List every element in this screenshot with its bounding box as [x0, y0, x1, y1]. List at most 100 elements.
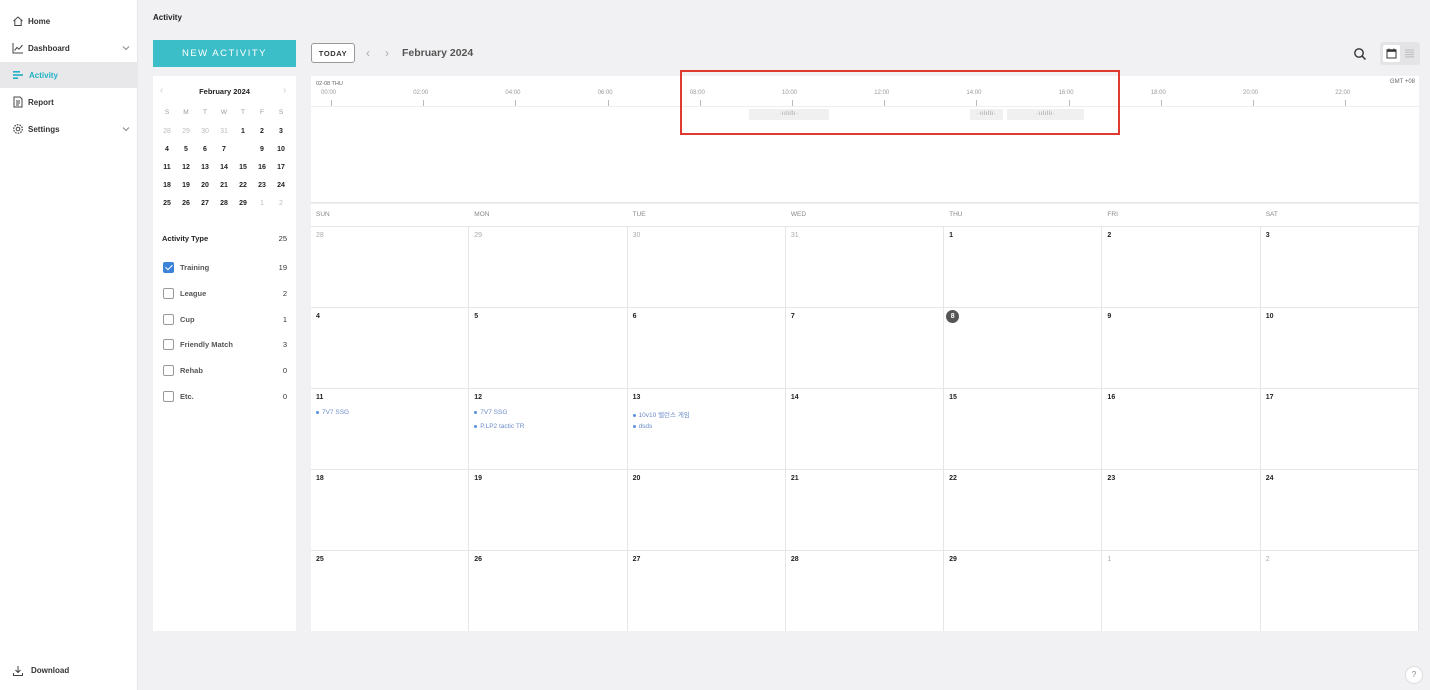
chevron-down-icon[interactable]	[121, 43, 131, 53]
checkbox[interactable]	[163, 287, 174, 299]
search-icon[interactable]	[1353, 47, 1367, 61]
calendar-day-cell[interactable]: 2	[1260, 550, 1419, 631]
checkbox[interactable]	[163, 365, 174, 377]
calendar-day-cell[interactable]: 28	[785, 550, 945, 631]
activity-type-row[interactable]: Etc. 0	[163, 391, 287, 403]
calendar-day-cell[interactable]: 12 7V7 SSG P.LP2 tactic TR	[469, 388, 628, 469]
activity-type-row[interactable]: Friendly Match 3	[163, 339, 287, 351]
calendar-day-cell[interactable]: 16	[1102, 388, 1261, 469]
sidebar-item-home[interactable]: Home	[0, 8, 138, 34]
mini-cal-day[interactable]: 30	[196, 125, 214, 139]
mini-cal-day[interactable]: 21	[215, 179, 233, 193]
mini-cal-day[interactable]: 14	[215, 161, 233, 175]
calendar-day-cell[interactable]: 6	[627, 307, 786, 388]
calendar-view-button[interactable]	[1383, 45, 1400, 62]
calendar-event[interactable]: 10v10 밸런스 게임	[633, 409, 690, 419]
calendar-day-cell[interactable]: 7	[785, 307, 945, 388]
checkbox[interactable]	[163, 313, 174, 325]
mini-cal-day[interactable]: 2	[272, 197, 290, 211]
calendar-day-cell[interactable]: 14	[785, 388, 945, 469]
calendar-day-cell[interactable]: 15	[944, 388, 1103, 469]
mini-cal-day[interactable]: 19	[177, 179, 195, 193]
sidebar-item-dashboard[interactable]: Dashboard	[0, 35, 138, 61]
checkbox[interactable]	[163, 339, 174, 351]
activity-type-row[interactable]: Training 19	[163, 262, 287, 274]
mini-cal-day[interactable]: 1	[234, 125, 252, 139]
mini-cal-day[interactable]: 29	[234, 197, 252, 211]
prev-month-button[interactable]: ‹	[366, 46, 370, 60]
sidebar-item-activity[interactable]: Activity	[0, 62, 138, 88]
sidebar-item-settings[interactable]: Settings	[0, 116, 138, 142]
mini-cal-day[interactable]: 25	[158, 197, 176, 211]
calendar-day-cell[interactable]: 22	[944, 469, 1103, 550]
calendar-event[interactable]: 7V7 SSG	[474, 409, 507, 416]
today-button[interactable]: TODAY	[311, 43, 355, 63]
calendar-day-cell[interactable]: 25	[311, 550, 470, 631]
mini-cal-day[interactable]: 23	[253, 179, 271, 193]
mini-cal-day[interactable]: 9	[253, 143, 271, 157]
calendar-day-cell[interactable]: 17	[1260, 388, 1419, 469]
calendar-day-cell[interactable]: 23	[1102, 469, 1261, 550]
mini-cal-day[interactable]: 26	[177, 197, 195, 211]
mini-cal-day[interactable]: 12	[177, 161, 195, 175]
mini-cal-day[interactable]: 4	[158, 143, 176, 157]
sidebar-item-report[interactable]: Report	[0, 89, 138, 115]
mini-cal-day[interactable]: 24	[272, 179, 290, 193]
mini-cal-day[interactable]: 13	[196, 161, 214, 175]
calendar-event[interactable]: dsds	[633, 423, 653, 430]
mini-cal-day[interactable]: 15	[234, 161, 252, 175]
checkbox[interactable]	[163, 391, 174, 402]
activity-type-row[interactable]: Rehab 0	[163, 365, 287, 377]
mini-cal-day[interactable]: 16	[253, 161, 271, 175]
mini-cal-day[interactable]: 7	[215, 143, 233, 157]
mini-cal-day[interactable]: 2	[253, 125, 271, 139]
calendar-day-cell[interactable]: 9	[1102, 307, 1261, 388]
mini-cal-day[interactable]: 27	[196, 197, 214, 211]
calendar-day-cell[interactable]: 3	[1260, 226, 1419, 307]
mini-cal-day[interactable]: 20	[196, 179, 214, 193]
mini-cal-day[interactable]: 6	[196, 143, 214, 157]
calendar-day-cell[interactable]: 24	[1260, 469, 1419, 550]
calendar-day-cell[interactable]: 27	[627, 550, 786, 631]
calendar-day-cell[interactable]: 31	[785, 226, 945, 307]
help-button[interactable]: ?	[1405, 666, 1423, 684]
download-button[interactable]: Download	[0, 660, 138, 682]
calendar-day-cell[interactable]: 5	[469, 307, 628, 388]
new-activity-button[interactable]: NEW ACTIVITY	[153, 40, 296, 67]
mini-cal-day[interactable]: 29	[177, 125, 195, 139]
calendar-day-cell[interactable]: 28	[311, 226, 470, 307]
calendar-day-cell[interactable]: 4	[311, 307, 470, 388]
calendar-day-cell[interactable]: 19	[469, 469, 628, 550]
chevron-down-icon[interactable]	[121, 124, 131, 134]
calendar-day-cell[interactable]: 13 10v10 밸런스 게임 dsds	[627, 388, 786, 469]
mini-cal-day[interactable]: 5	[177, 143, 195, 157]
list-view-icon[interactable]	[1404, 48, 1415, 59]
mini-cal-day[interactable]: 18	[158, 179, 176, 193]
mini-cal-day[interactable]: 22	[234, 179, 252, 193]
mini-cal-day[interactable]: 1	[253, 197, 271, 211]
mini-cal-day[interactable]: 28	[215, 197, 233, 211]
calendar-day-cell[interactable]: 11 7V7 SSG	[311, 388, 470, 469]
activity-type-row[interactable]: League 2	[163, 287, 287, 300]
mini-cal-day[interactable]: 31	[215, 125, 233, 139]
calendar-day-cell[interactable]: 2	[1102, 226, 1261, 307]
calendar-event[interactable]: P.LP2 tactic TR	[474, 423, 524, 430]
mini-cal-day[interactable]: 11	[158, 161, 176, 175]
mini-cal-day[interactable]: 28	[158, 125, 176, 139]
activity-type-row[interactable]: Cup 1	[163, 313, 287, 326]
checkbox[interactable]	[163, 262, 174, 273]
calendar-day-cell[interactable]: 26	[469, 550, 628, 631]
calendar-day-cell[interactable]: 18	[311, 469, 470, 550]
calendar-day-cell[interactable]: 1	[944, 226, 1103, 307]
calendar-day-cell[interactable]: 21	[785, 469, 945, 550]
calendar-day-cell[interactable]: 20	[627, 469, 786, 550]
mini-cal-next-button[interactable]: ›	[283, 85, 286, 96]
mini-cal-day[interactable]: 3	[272, 125, 290, 139]
mini-cal-day[interactable]: 17	[272, 161, 290, 175]
calendar-day-cell[interactable]: 30	[627, 226, 786, 307]
next-month-button[interactable]: ›	[385, 46, 389, 60]
calendar-day-cell[interactable]: 1	[1102, 550, 1261, 631]
calendar-event[interactable]: 7V7 SSG	[316, 409, 349, 416]
mini-cal-day-selected[interactable]: 8	[234, 141, 252, 159]
mini-cal-day[interactable]: 10	[272, 143, 290, 157]
